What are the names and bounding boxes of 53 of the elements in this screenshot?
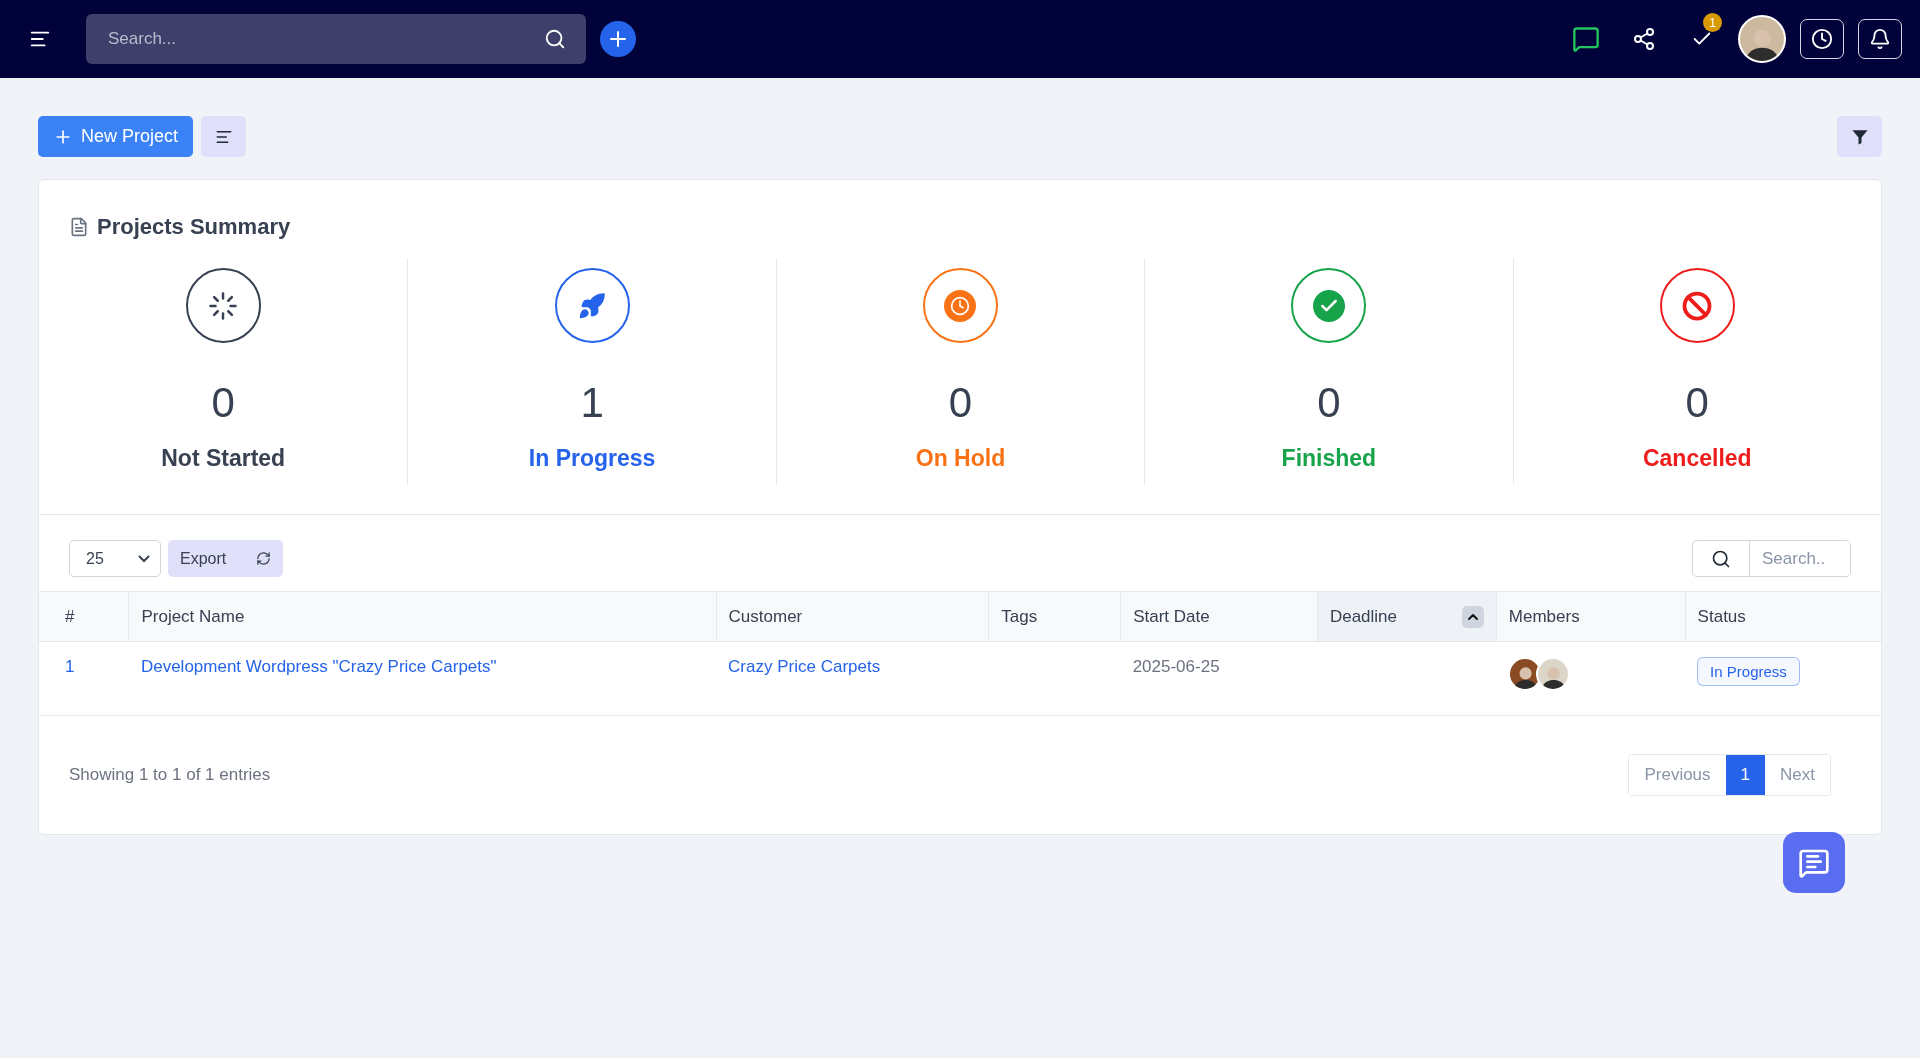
filter-button[interactable] <box>1837 116 1882 157</box>
page-button[interactable]: 1 <box>1725 755 1766 795</box>
search-input[interactable]: Search... <box>106 28 544 50</box>
chevron-down-icon <box>138 554 150 563</box>
search-icon <box>1711 548 1731 569</box>
user-avatar <box>1738 15 1786 63</box>
customer-link[interactable]: Crazy Price Carpets <box>728 657 881 676</box>
bell-icon[interactable] <box>1858 19 1902 59</box>
status-label: In Progress <box>528 445 656 472</box>
refresh-icon <box>256 551 272 566</box>
status-badge: In Progress <box>1697 657 1800 686</box>
status-count: 0 <box>1685 379 1709 427</box>
check-circle-icon <box>1312 289 1345 322</box>
column-header[interactable]: Tags <box>988 591 1121 642</box>
new-project-button[interactable]: New Project <box>38 116 194 157</box>
project-name-link[interactable]: Development Wordpress "Crazy Price Carpets" <box>140 657 497 676</box>
page-size-select[interactable]: 25 <box>69 540 161 577</box>
status-count: 0 <box>1317 379 1341 427</box>
sort-up-icon[interactable] <box>1461 605 1484 628</box>
status-count: 0 <box>948 379 973 427</box>
column-header[interactable]: Members <box>1496 591 1686 642</box>
column-header[interactable]: Customer <box>716 591 989 642</box>
search-bar[interactable]: Search... <box>86 14 586 64</box>
chat-button[interactable] <box>1783 832 1845 893</box>
list-view-button[interactable] <box>201 116 247 157</box>
summary-title: Projects Summary <box>97 214 291 240</box>
status-count: 1 <box>580 379 604 427</box>
add-button[interactable] <box>600 21 636 57</box>
clock-icon <box>944 289 977 322</box>
start-date: 2025-06-25 <box>1132 657 1220 676</box>
column-header[interactable]: Project Name <box>128 591 717 642</box>
notification-badge: 1 <box>1703 13 1722 32</box>
column-header[interactable]: Status <box>1685 591 1881 642</box>
table-search-bar[interactable]: Search.. <box>1692 540 1851 577</box>
column-header[interactable]: Deadline <box>1317 591 1497 642</box>
status-count: 0 <box>211 379 235 427</box>
rocket-icon <box>578 291 607 320</box>
column-header[interactable]: Start Date <box>1120 591 1318 642</box>
ban-icon <box>1682 290 1713 321</box>
page-size-value: 25 <box>86 549 104 568</box>
document-icon <box>69 217 89 237</box>
status-label: On Hold <box>915 445 1006 472</box>
status-label: Finished <box>1281 445 1377 472</box>
status-label: Not Started <box>161 445 286 472</box>
entries-info: Showing 1 to 1 of 1 entries <box>69 765 271 785</box>
column-header[interactable]: # <box>39 591 129 642</box>
export-button[interactable]: Export <box>168 540 284 577</box>
clock-icon[interactable] <box>1800 19 1844 59</box>
loading-dots-icon <box>208 290 239 321</box>
search-icon <box>544 28 566 50</box>
status-label: Cancelled <box>1642 445 1752 472</box>
row-number[interactable]: 1 <box>65 657 75 676</box>
filter-icon <box>1850 127 1869 146</box>
